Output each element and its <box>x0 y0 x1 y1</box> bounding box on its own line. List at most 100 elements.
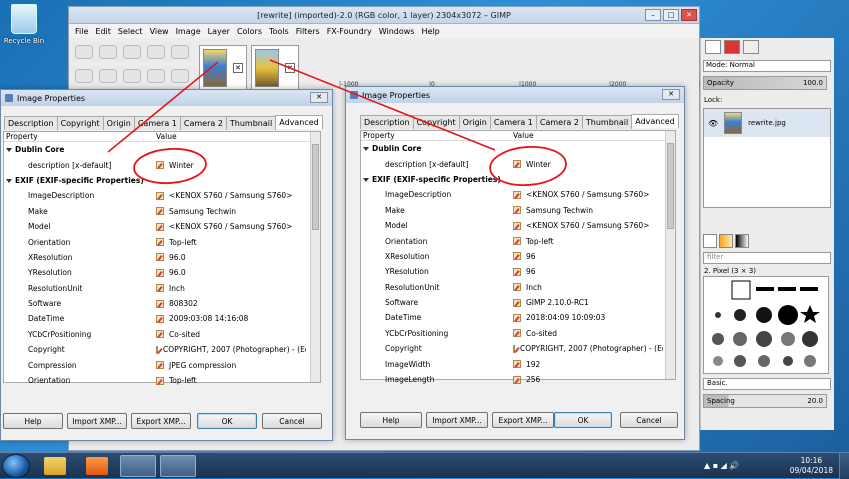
table-row[interactable]: Copyright COPYRIGHT, 2007 (Photographer) … <box>4 342 320 357</box>
cancel-button[interactable]: Cancel <box>262 413 322 429</box>
edit-icon[interactable] <box>513 344 515 353</box>
tab-copyright[interactable]: Copyright <box>412 115 460 129</box>
table-row[interactable]: ImageWidth 192 <box>361 356 675 371</box>
tool-icon[interactable] <box>147 69 165 83</box>
brush-filter-input[interactable]: filter <box>703 252 831 264</box>
tool-icon[interactable] <box>75 69 93 83</box>
edit-icon[interactable] <box>156 207 164 216</box>
table-row[interactable]: Software GIMP 2.10.0-RC1 <box>361 295 675 310</box>
tab-advanced[interactable]: Advanced <box>631 114 679 128</box>
scroll-thumb[interactable] <box>667 143 674 229</box>
group-row[interactable]: Dublin Core <box>4 142 320 157</box>
table-row[interactable]: Copyright COPYRIGHT, 2007 (Photographer) … <box>361 341 675 356</box>
table-row[interactable]: description [x-default] Winter <box>4 157 320 172</box>
layers-tab-icon[interactable] <box>705 40 721 54</box>
table-row[interactable]: description [x-default] Winter <box>361 156 675 171</box>
tab-camera-2[interactable]: Camera 2 <box>535 115 583 129</box>
help-button[interactable]: Help <box>360 412 422 428</box>
tool-icon[interactable] <box>171 69 189 83</box>
export-xmp-button[interactable]: Export XMP... <box>492 412 554 428</box>
maximize-button[interactable]: □ <box>663 9 679 21</box>
help-button[interactable]: Help <box>3 413 63 429</box>
brush-grid[interactable] <box>703 276 829 374</box>
edit-icon[interactable] <box>513 190 521 199</box>
tab-copyright[interactable]: Copyright <box>56 116 104 130</box>
menu-item-fx-foundry[interactable]: FX-Foundry <box>327 27 372 36</box>
table-row[interactable]: ImageLength 256 <box>361 372 675 387</box>
gimp-taskbar-button-1[interactable] <box>120 455 156 477</box>
table-row[interactable]: Model <KENOX S760 / Samsung S760> <box>4 219 320 234</box>
edit-icon[interactable] <box>156 284 164 293</box>
table-row[interactable]: Model <KENOX S760 / Samsung S760> <box>361 218 675 233</box>
gimp-title-bar[interactable]: [rewrite] (imported)-2.0 (RGB color, 1 l… <box>69 7 699 24</box>
tab-thumbnail[interactable]: Thumbnail <box>225 116 277 130</box>
table-row[interactable]: Orientation Top-left <box>4 373 320 388</box>
table-row[interactable]: Compression JPEG compression <box>4 357 320 372</box>
close-icon[interactable]: ✕ <box>233 63 243 73</box>
edit-icon[interactable] <box>156 253 164 262</box>
tool-icon[interactable] <box>147 45 165 59</box>
tab-origin[interactable]: Origin <box>458 115 491 129</box>
edit-icon[interactable] <box>156 330 164 339</box>
expand-triangle-icon[interactable] <box>6 148 12 153</box>
menu-item-edit[interactable]: Edit <box>95 27 111 36</box>
edit-icon[interactable] <box>156 238 164 247</box>
edit-icon[interactable] <box>156 299 164 308</box>
edit-icon[interactable] <box>513 267 521 276</box>
menu-item-windows[interactable]: Windows <box>379 27 415 36</box>
edit-icon[interactable] <box>513 206 521 215</box>
menu-item-tools[interactable]: Tools <box>269 27 289 36</box>
edit-icon[interactable] <box>156 376 164 385</box>
mode-select[interactable]: Mode: Normal <box>703 60 831 72</box>
gradients-tab-icon[interactable] <box>735 234 749 248</box>
tool-icon[interactable] <box>171 45 189 59</box>
table-row[interactable]: YCbCrPositioning Co-sited <box>4 327 320 342</box>
show-desktop-button[interactable] <box>839 453 849 479</box>
gimp-taskbar-button-2[interactable] <box>160 455 196 477</box>
edit-icon[interactable] <box>513 298 521 307</box>
table-row[interactable]: ResolutionUnit Inch <box>361 280 675 295</box>
table-row[interactable]: Orientation Top-left <box>361 233 675 248</box>
table-row[interactable]: Make Samsung Techwin <box>361 203 675 218</box>
channels-tab-icon[interactable] <box>724 40 740 54</box>
edit-icon[interactable] <box>156 222 164 231</box>
table-row[interactable]: XResolution 96 <box>361 249 675 264</box>
tab-camera-1[interactable]: Camera 1 <box>133 116 181 130</box>
edit-icon[interactable] <box>513 329 521 338</box>
edit-icon[interactable] <box>513 160 521 169</box>
tool-icon[interactable] <box>123 69 141 83</box>
dialog-title-bar[interactable]: Image Properties <box>346 87 684 103</box>
tool-icon[interactable] <box>75 45 93 59</box>
table-row[interactable]: DateTime 2009:03:08 14:16:08 <box>4 311 320 326</box>
patterns-tab-icon[interactable] <box>719 234 733 248</box>
layer-row[interactable]: 👁 rewrite.jpg <box>704 109 830 137</box>
tab-origin[interactable]: Origin <box>102 116 135 130</box>
menu-item-help[interactable]: Help <box>421 27 439 36</box>
opacity-slider[interactable]: Opacity 100.0 <box>703 76 827 90</box>
paths-tab-icon[interactable] <box>743 40 759 54</box>
edit-icon[interactable] <box>513 221 521 230</box>
tab-thumbnail[interactable]: Thumbnail <box>581 115 633 129</box>
table-row[interactable]: DateTime 2018:04:09 10:09:03 <box>361 310 675 325</box>
menu-item-layer[interactable]: Layer <box>208 27 230 36</box>
clock[interactable]: 10:16 09/04/2018 <box>790 456 833 476</box>
menu-item-view[interactable]: View <box>150 27 169 36</box>
import-xmp-button[interactable]: Import XMP... <box>426 412 488 428</box>
menu-item-filters[interactable]: Filters <box>296 27 320 36</box>
dialog-close-button[interactable]: ✕ <box>662 89 680 100</box>
import-xmp-button[interactable]: Import XMP... <box>67 413 127 429</box>
edit-icon[interactable] <box>513 237 521 246</box>
table-row[interactable]: ImageDescription <KENOX S760 / Samsung S7… <box>4 188 320 203</box>
table-row[interactable]: YCbCrPositioning Co-sited <box>361 326 675 341</box>
table-row[interactable]: Software 808302 <box>4 296 320 311</box>
edit-icon[interactable] <box>513 313 521 322</box>
table-row[interactable]: YResolution 96 <box>361 264 675 279</box>
spacing-slider[interactable]: Spacing 20.0 <box>703 394 827 408</box>
export-xmp-button[interactable]: Export XMP... <box>131 413 191 429</box>
recycle-bin-icon[interactable]: Recycle Bin <box>2 4 46 54</box>
table-row[interactable]: XResolution 96.0 <box>4 250 320 265</box>
tab-advanced[interactable]: Advanced <box>275 115 323 129</box>
expand-triangle-icon[interactable] <box>6 178 12 183</box>
table-row[interactable]: YResolution 96.0 <box>4 265 320 280</box>
close-icon[interactable]: ✕ <box>285 63 295 73</box>
